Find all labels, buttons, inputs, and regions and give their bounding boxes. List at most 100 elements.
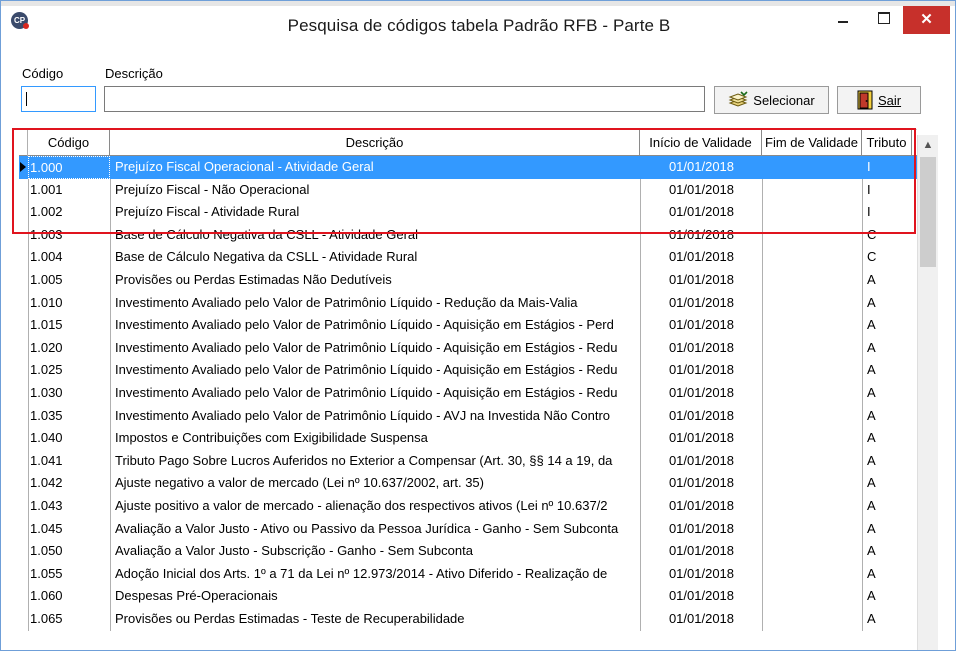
codes-table[interactable]: Código Descrição Início de Validade Fim … <box>19 129 939 650</box>
cell-tributo: A <box>862 427 912 450</box>
cell-fim-validade <box>762 246 862 269</box>
cell-inicio-validade: 01/01/2018 <box>640 291 762 315</box>
cell-tributo: A <box>862 314 912 337</box>
cell-inicio-validade: 01/01/2018 <box>640 359 762 382</box>
cell-fim-validade <box>762 178 862 202</box>
cell-fim-validade <box>762 472 862 495</box>
descricao-input[interactable] <box>104 86 705 112</box>
cell-codigo: 1.001 <box>28 178 110 202</box>
row-indicator <box>19 246 28 269</box>
cell-descricao: Tributo Pago Sobre Lucros Auferidos no E… <box>110 449 640 473</box>
cell-codigo: 1.010 <box>28 291 110 315</box>
row-indicator <box>19 518 28 541</box>
cell-tributo: A <box>862 472 912 495</box>
cell-codigo: 1.040 <box>28 427 110 450</box>
cell-codigo: 1.004 <box>28 246 110 269</box>
title-bar[interactable]: CP Pesquisa de códigos tabela Padrão RFB… <box>1 6 955 46</box>
table-row[interactable]: 1.041 Tributo Pago Sobre Lucros Auferidos… <box>19 449 917 473</box>
table-row[interactable]: 1.010 Investimento Avaliado pelo Valor de… <box>19 291 917 315</box>
row-indicator <box>19 382 28 405</box>
table-row[interactable]: 1.040 Impostos e Contribuições com Exigib… <box>19 427 917 450</box>
cell-descricao: Prejuízo Fiscal - Atividade Rural <box>110 201 640 224</box>
scrollbar-thumb[interactable] <box>920 157 936 267</box>
cell-descricao: Base de Cálculo Negativa da CSLL - Ativi… <box>110 223 640 247</box>
cell-descricao: Prejuízo Fiscal Operacional - Atividade … <box>110 156 640 179</box>
header-descricao[interactable]: Descrição <box>110 130 640 156</box>
codigo-input[interactable] <box>21 86 96 112</box>
table-row[interactable]: 1.042 Ajuste negativo a valor de mercado … <box>19 472 917 495</box>
table-row[interactable]: 1.000 Prejuízo Fiscal Operacional - Ativi… <box>19 156 917 179</box>
table-row[interactable]: 1.035 Investimento Avaliado pelo Valor de… <box>19 404 917 428</box>
minimize-button[interactable] <box>821 6 865 36</box>
sair-button[interactable]: Sair <box>837 86 921 114</box>
vertical-scrollbar[interactable]: ▲ <box>917 135 938 650</box>
cell-tributo: A <box>862 449 912 473</box>
table-row[interactable]: 1.043 Ajuste positivo a valor de mercado … <box>19 495 917 518</box>
table-row[interactable]: 1.005 Provisões ou Perdas Estimadas Não D… <box>19 269 917 292</box>
cell-tributo: A <box>862 404 912 428</box>
row-indicator <box>19 156 28 179</box>
cell-tributo: A <box>862 269 912 292</box>
cell-fim-validade <box>762 156 862 179</box>
cell-fim-validade <box>762 201 862 224</box>
header-codigo[interactable]: Código <box>28 130 110 156</box>
cell-tributo: A <box>862 585 912 608</box>
exit-door-icon <box>857 90 873 110</box>
table-row[interactable]: 1.055 Adoção Inicial dos Arts. 1º a 71 da… <box>19 562 917 586</box>
cell-inicio-validade: 01/01/2018 <box>640 404 762 428</box>
cell-tributo: C <box>862 246 912 269</box>
cell-inicio-validade: 01/01/2018 <box>640 495 762 518</box>
row-indicator <box>19 540 28 563</box>
table-row[interactable]: 1.030 Investimento Avaliado pelo Valor de… <box>19 382 917 405</box>
cell-descricao: Investimento Avaliado pelo Valor de Patr… <box>110 291 640 315</box>
cell-tributo: A <box>862 608 912 631</box>
cell-codigo: 1.043 <box>28 495 110 518</box>
current-row-arrow-icon <box>20 162 26 172</box>
cell-codigo: 1.002 <box>28 201 110 224</box>
row-indicator <box>19 179 28 202</box>
cell-inicio-validade: 01/01/2018 <box>640 540 762 563</box>
table-row[interactable]: 1.015 Investimento Avaliado pelo Valor de… <box>19 314 917 337</box>
cell-tributo: A <box>862 291 912 315</box>
header-inicio-validade[interactable]: Início de Validade <box>640 130 762 156</box>
cell-tributo: I <box>862 201 912 224</box>
cell-codigo: 1.041 <box>28 449 110 473</box>
table-row[interactable]: 1.003 Base de Cálculo Negativa da CSLL - … <box>19 223 917 247</box>
table-row[interactable]: 1.002 Prejuízo Fiscal - Atividade Rural 01… <box>19 201 917 224</box>
table-row[interactable]: 1.065 Provisões ou Perdas Estimadas - Tes… <box>19 608 917 631</box>
row-indicator <box>19 608 28 631</box>
cell-inicio-validade: 01/01/2018 <box>640 449 762 473</box>
cell-descricao: Impostos e Contribuições com Exigibilida… <box>110 427 640 450</box>
row-indicator <box>19 292 28 315</box>
cell-descricao: Avaliação a Valor Justo - Ativo ou Passi… <box>110 517 640 541</box>
close-button[interactable]: ✕ <box>903 6 950 34</box>
cell-codigo: 1.003 <box>28 223 110 247</box>
table-row[interactable]: 1.050 Avaliação a Valor Justo - Subscriçã… <box>19 540 917 563</box>
table-row[interactable]: 1.001 Prejuízo Fiscal - Não Operacional 01… <box>19 178 917 202</box>
cell-inicio-validade: 01/01/2018 <box>640 314 762 337</box>
table-row[interactable]: 1.020 Investimento Avaliado pelo Valor de… <box>19 336 917 360</box>
scroll-up-icon[interactable]: ▲ <box>918 135 938 155</box>
cell-fim-validade <box>762 404 862 428</box>
cell-inicio-validade: 01/01/2018 <box>640 223 762 247</box>
table-row[interactable]: 1.025 Investimento Avaliado pelo Valor de… <box>19 359 917 382</box>
cell-fim-validade <box>762 540 862 563</box>
table-row[interactable]: 1.004 Base de Cálculo Negativa da CSLL - … <box>19 246 917 269</box>
cell-fim-validade <box>762 223 862 247</box>
selecionar-button[interactable]: Selecionar <box>714 86 829 114</box>
cell-descricao: Investimento Avaliado pelo Valor de Patr… <box>110 314 640 337</box>
cell-inicio-validade: 01/01/2018 <box>640 517 762 541</box>
cell-descricao: Investimento Avaliado pelo Valor de Patr… <box>110 336 640 360</box>
cell-fim-validade <box>762 517 862 541</box>
table-row[interactable]: 1.060 Despesas Pré-Operacionais 01/01/2018… <box>19 585 917 608</box>
cell-descricao: Ajuste positivo a valor de mercado - ali… <box>110 495 640 518</box>
header-tributo[interactable]: Tributo <box>862 130 912 156</box>
header-fim-validade[interactable]: Fim de Validade <box>762 130 862 156</box>
row-indicator <box>19 314 28 337</box>
maximize-button[interactable] <box>862 6 906 36</box>
table-row[interactable]: 1.045 Avaliação a Valor Justo - Ativo ou … <box>19 517 917 541</box>
cell-fim-validade <box>762 336 862 360</box>
cell-fim-validade <box>762 382 862 405</box>
cell-descricao: Prejuízo Fiscal - Não Operacional <box>110 178 640 202</box>
row-indicator <box>19 405 28 428</box>
